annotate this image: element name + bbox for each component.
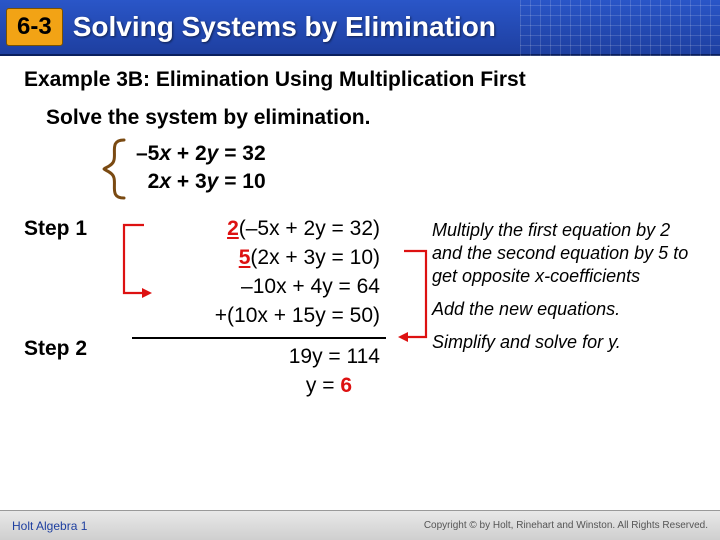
header-grid-decoration	[520, 0, 720, 56]
equation-2: 2x + 3y = 10	[136, 168, 696, 196]
equation-system: –5x + 2y = 32 2x + 3y = 10	[136, 140, 696, 197]
slide-content: Example 3B: Elimination Using Multiplica…	[0, 56, 720, 401]
explanation-3: Simplify and solve for y.	[432, 331, 690, 354]
slide-header: 6-3 Solving Systems by Elimination	[0, 0, 720, 56]
explanation-1: Multiply the first equation by 2 and the…	[432, 219, 690, 288]
footer-copyright: Copyright © by Holt, Rinehart and Winsto…	[424, 520, 708, 531]
curly-brace-icon	[96, 138, 130, 200]
lesson-number-badge: 6-3	[6, 8, 63, 46]
work-column: Step 1 2(–5x + 2y = 32) 5(2x + 3y = 10) …	[24, 215, 432, 401]
red-arrow-bracket-right-icon	[398, 245, 438, 345]
footer-book-title: Holt Algebra 1	[12, 519, 87, 533]
step-2-label: Step 2	[24, 335, 132, 361]
step-2-work: 19y = 114 y = 6	[132, 335, 386, 401]
example-heading: Example 3B: Elimination Using Multiplica…	[24, 68, 696, 92]
lesson-title: Solving Systems by Elimination	[73, 11, 496, 43]
step-1-work: 2(–5x + 2y = 32) 5(2x + 3y = 10) –10x + …	[132, 215, 386, 331]
slide-footer: Holt Algebra 1 Copyright © by Holt, Rine…	[0, 510, 720, 540]
explanation-2: Add the new equations.	[432, 298, 690, 321]
instruction-text: Solve the system by elimination.	[46, 106, 696, 130]
step-2-row: Step 2 19y = 114 y = 6	[24, 335, 432, 401]
step-1-row: Step 1 2(–5x + 2y = 32) 5(2x + 3y = 10) …	[24, 215, 432, 331]
equation-1: –5x + 2y = 32	[136, 140, 696, 168]
explanation-column: Multiply the first equation by 2 and the…	[432, 215, 696, 401]
